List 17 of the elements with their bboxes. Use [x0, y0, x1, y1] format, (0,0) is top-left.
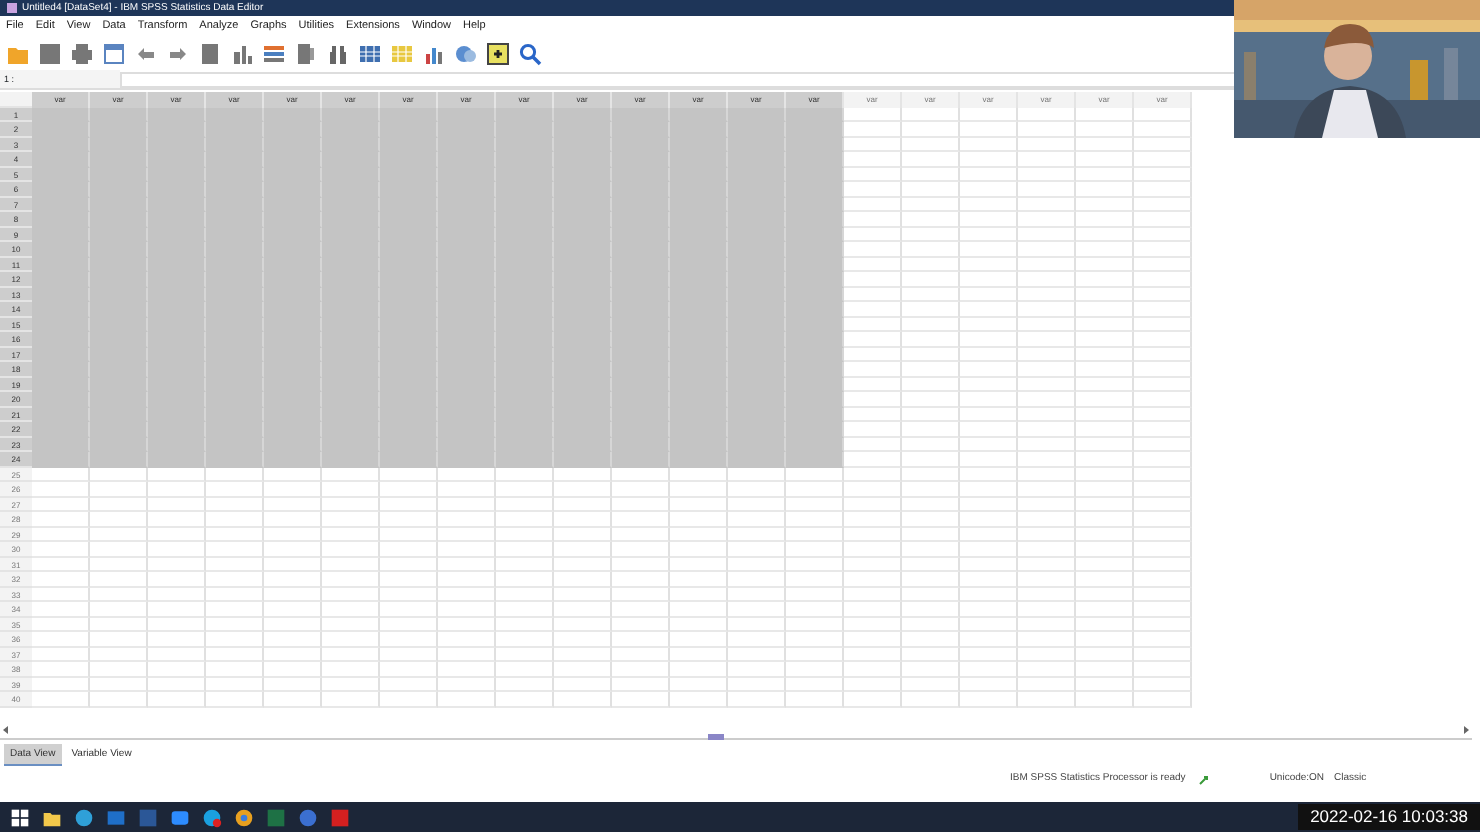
- redo-icon[interactable]: [166, 42, 190, 66]
- scroll-right-icon[interactable]: [1460, 724, 1472, 736]
- corner-header[interactable]: [0, 92, 32, 107]
- scroll-thumb[interactable]: [708, 733, 724, 739]
- timestamp: 2022-02-16 10:03:38: [1298, 804, 1480, 830]
- start-icon[interactable]: [10, 807, 30, 827]
- binoculars-icon[interactable]: [326, 42, 350, 66]
- variables-icon[interactable]: [262, 42, 286, 66]
- scroll-left-icon[interactable]: [0, 724, 12, 736]
- app-icon: [6, 2, 18, 14]
- split-icon[interactable]: [358, 42, 382, 66]
- chart-icon[interactable]: [230, 42, 254, 66]
- folder-icon[interactable]: [42, 807, 62, 827]
- ready-icon: [1197, 773, 1210, 785]
- cell-editor-field[interactable]: [120, 71, 1240, 87]
- search-icon[interactable]: [518, 42, 542, 66]
- dialog-icon[interactable]: [102, 42, 126, 66]
